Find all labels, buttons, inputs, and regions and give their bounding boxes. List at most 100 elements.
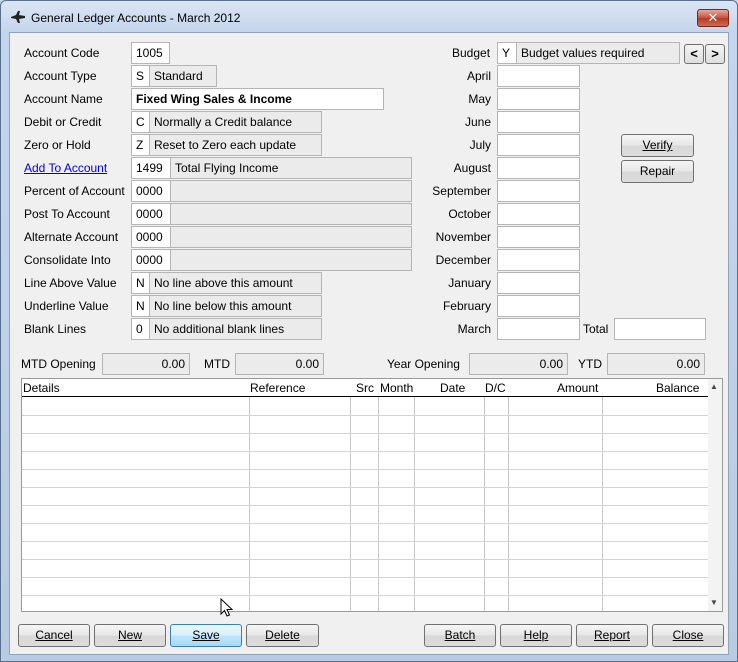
verify-button[interactable]: Verify [621,134,694,157]
col-reference[interactable]: Reference [250,381,305,395]
debit-or-credit-code-field[interactable]: C [131,111,150,133]
window-close-button[interactable]: ✕ [697,9,729,27]
line-above-value-label: Line Above Value [24,276,117,290]
percent-of-account-code-field[interactable]: 0000 [131,180,171,202]
budget-month-field[interactable] [497,157,580,179]
line-above-value-description: No line above this amount [149,272,322,294]
col-balance[interactable]: Balance [656,381,699,395]
debit-or-credit-description: Normally a Credit balance [149,111,322,133]
budget-month-field[interactable] [497,295,580,317]
budget-month-field[interactable] [497,134,580,156]
report-button[interactable]: Report [576,624,648,647]
blank-lines-label: Blank Lines [24,322,87,336]
col-details[interactable]: Details [23,381,60,395]
table-row[interactable] [22,487,708,488]
grid-divider [414,397,415,611]
col-dc[interactable]: D/C [485,381,506,395]
post-to-account-label: Post To Account [24,207,110,221]
account-code-code-field[interactable]: 1005 [131,42,170,64]
delete-button[interactable]: Delete [246,624,319,647]
consolidate-into-label: Consolidate Into [24,253,111,267]
table-row[interactable] [22,523,708,524]
budget-month-label: December [435,253,491,267]
save-button[interactable]: Save [170,624,242,647]
grid-divider [350,397,351,611]
help-button[interactable]: Help [500,624,572,647]
table-row[interactable] [22,469,708,470]
form-client-area: Account Code 1005 Account Type S Standard Acc… [9,32,729,655]
add-to-account-code-field[interactable]: 1499 [131,157,171,179]
consolidate-into-description [170,249,412,271]
mtd-opening-label: MTD Opening [21,357,96,371]
grid-divider [378,397,379,611]
app-plane-icon [11,11,25,23]
col-date[interactable]: Date [440,381,465,395]
budget-month-field[interactable] [497,318,580,340]
zero-or-hold-code-field[interactable]: Z [131,134,150,156]
post-to-account-code-field[interactable]: 0000 [131,203,171,225]
window-title: General Ledger Accounts - March 2012 [31,11,241,25]
budget-month-field[interactable] [497,272,580,294]
budget-month-field[interactable] [497,226,580,248]
transactions-grid[interactable]: Details Reference Src Month Date D/C Amo… [21,378,723,612]
table-row[interactable] [22,415,708,416]
budget-month-field[interactable] [497,203,580,225]
grid-header: Details Reference Src Month Date D/C Amo… [22,379,708,397]
budget-month-label: July [469,138,491,152]
budget-month-field[interactable] [497,88,580,110]
budget-month-label: June [464,115,491,129]
table-row[interactable] [22,595,708,596]
budget-total-label: Total [583,322,609,336]
scroll-down-icon[interactable]: ▼ [710,598,718,607]
account-type-code-field[interactable]: S [131,65,150,87]
account-type-label: Account Type [24,69,97,83]
budget-month-label: September [432,184,491,198]
budget-month-field[interactable] [497,65,580,87]
budget-next-button[interactable]: > [705,44,725,64]
table-row[interactable] [22,433,708,434]
account-name-field[interactable]: Fixed Wing Sales & Income [131,88,384,110]
consolidate-into-code-field[interactable]: 0000 [131,249,171,271]
budget-month-field[interactable] [497,249,580,271]
close-button[interactable]: Close [652,624,724,647]
budget-prev-button[interactable]: < [684,44,704,64]
title-bar[interactable]: General Ledger Accounts - March 2012 ✕ [1,1,737,33]
cancel-button[interactable]: Cancel [18,624,90,647]
alternate-account-label: Alternate Account [24,230,119,244]
budget-description: Budget values required [516,42,680,64]
year-opening-label: Year Opening [387,357,460,371]
budget-label: Budget [452,46,491,60]
scroll-up-icon[interactable]: ▲ [710,382,718,391]
account-name-label: Account Name [24,92,103,106]
table-row[interactable] [22,451,708,452]
table-row[interactable] [22,505,708,506]
grid-vertical-scrollbar[interactable]: ▲ ▼ [708,379,722,611]
repair-button[interactable]: Repair [621,160,694,183]
ytd-field: 0.00 [607,353,705,375]
underline-value-code-field[interactable]: N [131,295,150,317]
col-amount[interactable]: Amount [557,381,598,395]
budget-month-label: August [453,161,491,175]
table-row[interactable] [22,541,708,542]
add-to-account-label[interactable]: Add To Account [24,161,107,175]
add-to-account-description: Total Flying Income [170,157,412,179]
blank-lines-code-field[interactable]: 0 [131,318,150,340]
col-month[interactable]: Month [380,381,413,395]
budget-month-field[interactable] [497,180,580,202]
budget-code-field[interactable]: Y [497,42,517,64]
table-row[interactable] [22,577,708,578]
budget-month-label: March [457,322,491,336]
batch-button[interactable]: Batch [424,624,496,647]
underline-value-description: No line below this amount [149,295,322,317]
new-button[interactable]: New [94,624,166,647]
line-above-value-code-field[interactable]: N [131,272,150,294]
post-to-account-description [170,203,412,225]
grid-divider [484,397,485,611]
account-type-description: Standard [149,65,217,87]
budget-month-label: May [468,92,491,106]
table-row[interactable] [22,559,708,560]
budget-total-field[interactable] [614,318,706,340]
col-src[interactable]: Src [356,381,374,395]
budget-month-field[interactable] [497,111,580,133]
alternate-account-code-field[interactable]: 0000 [131,226,171,248]
